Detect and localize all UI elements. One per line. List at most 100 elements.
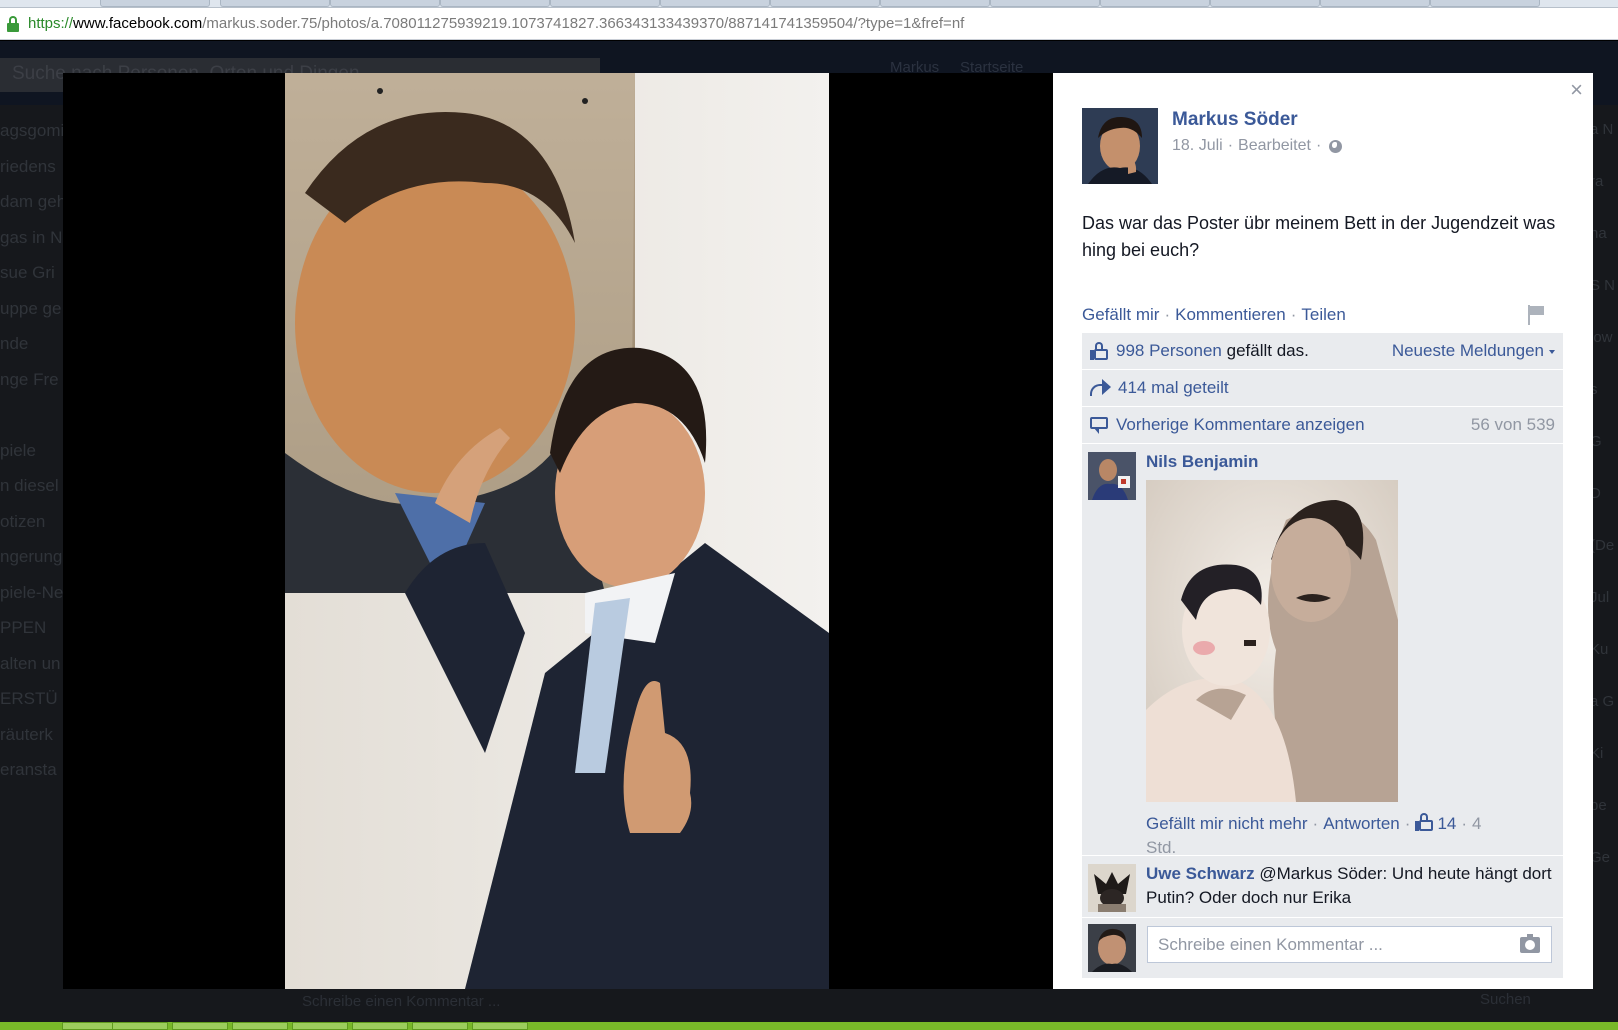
taskbar-button[interactable] bbox=[472, 1022, 528, 1030]
left-sidebar-item[interactable]: agsgomi bbox=[0, 121, 70, 157]
commenter-avatar[interactable] bbox=[1088, 864, 1136, 912]
comment-body: Uwe Schwarz @Markus Söder: Und heute hän… bbox=[1146, 862, 1556, 910]
commenter-name[interactable]: Uwe Schwarz bbox=[1146, 864, 1255, 883]
unlike-link[interactable]: Gefällt mir nicht mehr bbox=[1146, 814, 1308, 833]
sort-dropdown[interactable]: Neueste Meldungen bbox=[1392, 341, 1555, 361]
edited-label[interactable]: Bearbeitet bbox=[1238, 137, 1311, 155]
browser-tab[interactable] bbox=[1320, 0, 1430, 7]
right-ticker-item[interactable]: Ki bbox=[1590, 745, 1618, 797]
comment-body: Nils Benjamin bbox=[1146, 450, 1556, 474]
post-date[interactable]: 18. Juli bbox=[1172, 137, 1223, 155]
right-ticker-item[interactable]: G bbox=[1590, 433, 1618, 485]
left-sidebar-item[interactable]: dam geh bbox=[0, 192, 70, 228]
flag-icon[interactable] bbox=[1526, 305, 1544, 325]
likes-count-link[interactable]: 998 Personen bbox=[1116, 341, 1222, 361]
main-photo[interactable] bbox=[285, 73, 829, 989]
comment-link[interactable]: Kommentieren bbox=[1175, 305, 1286, 324]
close-icon[interactable]: × bbox=[1570, 79, 1583, 101]
like-link[interactable]: Gefällt mir bbox=[1082, 305, 1159, 324]
right-ticker-item[interactable]: a G bbox=[1590, 693, 1618, 745]
right-ticker-item[interactable]: ra bbox=[1590, 173, 1618, 225]
background-comment-field: Schreibe einen Kommentar ... bbox=[302, 993, 501, 1010]
right-ticker-item[interactable]: Jul bbox=[1590, 589, 1618, 641]
left-sidebar-list: agsgomi riedens dam geh gas in Nsue Gri uppe… bbox=[0, 121, 70, 796]
left-sidebar-item[interactable]: gas in N bbox=[0, 228, 70, 264]
reply-link[interactable]: Antworten bbox=[1323, 814, 1400, 833]
browser-tab[interactable] bbox=[1430, 0, 1540, 7]
taskbar-button[interactable] bbox=[62, 1022, 118, 1030]
left-sidebar-item[interactable] bbox=[0, 405, 70, 441]
url-text[interactable]: https://www.facebook.com/markus.soder.75… bbox=[28, 15, 964, 32]
right-ticker-item[interactable]: Ku bbox=[1590, 641, 1618, 693]
shares-row: 414 mal geteilt bbox=[1082, 370, 1563, 407]
post-meta: 18. Juli · Bearbeitet · bbox=[1172, 137, 1343, 155]
taskbar-button[interactable] bbox=[112, 1022, 168, 1030]
left-sidebar-item[interactable]: n diesel bbox=[0, 476, 70, 512]
browser-tab[interactable] bbox=[990, 0, 1100, 7]
comment-image-attachment[interactable] bbox=[1146, 480, 1398, 802]
right-ticker-item[interactable]: S N bbox=[1590, 277, 1618, 329]
post-text: Das war das Poster übr meinem Bett in de… bbox=[1082, 213, 1556, 260]
camera-icon[interactable] bbox=[1520, 934, 1540, 953]
address-bar[interactable]: https://www.facebook.com/markus.soder.75… bbox=[0, 8, 1618, 40]
author-avatar[interactable] bbox=[1082, 108, 1158, 184]
left-sidebar-item[interactable]: PPEN bbox=[0, 618, 70, 654]
taskbar-button[interactable] bbox=[292, 1022, 348, 1030]
right-ticker-item[interactable]: s bbox=[1590, 381, 1618, 433]
taskbar-button[interactable] bbox=[412, 1022, 468, 1030]
browser-tab[interactable] bbox=[1100, 0, 1210, 7]
commenter-avatar-image bbox=[1088, 864, 1136, 912]
taskbar-button[interactable] bbox=[352, 1022, 408, 1030]
left-sidebar-item[interactable]: ngerung bbox=[0, 547, 70, 583]
right-ticker-item[interactable]: (De bbox=[1590, 537, 1618, 589]
left-sidebar-item[interactable]: alten un bbox=[0, 654, 70, 690]
browser-tab[interactable] bbox=[550, 0, 660, 7]
browser-tab[interactable] bbox=[660, 0, 770, 7]
right-ticker-item[interactable]: a N bbox=[1590, 121, 1618, 173]
attachment-illustration bbox=[1146, 480, 1398, 802]
globe-icon[interactable] bbox=[1329, 139, 1343, 153]
lock-icon bbox=[6, 15, 20, 32]
left-sidebar-item[interactable]: otizen bbox=[0, 512, 70, 548]
left-sidebar-item[interactable]: sue Gri bbox=[0, 263, 70, 299]
left-sidebar-item[interactable]: nde bbox=[0, 334, 70, 370]
browser-tab[interactable] bbox=[330, 0, 440, 7]
browser-tab[interactable] bbox=[220, 0, 330, 7]
right-ticker-item[interactable]: Ge bbox=[1590, 849, 1618, 901]
comment-item: Uwe Schwarz @Markus Söder: Und heute hän… bbox=[1082, 856, 1563, 918]
left-sidebar-item[interactable]: räuterk bbox=[0, 725, 70, 761]
share-link[interactable]: Teilen bbox=[1301, 305, 1345, 324]
taskbar-button[interactable] bbox=[232, 1022, 288, 1030]
left-sidebar-item[interactable]: piele bbox=[0, 441, 70, 477]
browser-tab[interactable] bbox=[880, 0, 990, 7]
right-ticker-item[interactable]: D bbox=[1590, 485, 1618, 537]
previous-comments-link[interactable]: Vorherige Kommentare anzeigen bbox=[1116, 415, 1365, 435]
left-sidebar-item[interactable]: uppe ge bbox=[0, 299, 70, 335]
poster-photo-image bbox=[285, 73, 829, 989]
taskbar-button[interactable] bbox=[172, 1022, 228, 1030]
post-actions: Gefällt mir · Kommentieren · Teilen bbox=[1082, 305, 1346, 325]
windows-taskbar bbox=[0, 1022, 1618, 1030]
comment-count: 56 von 539 bbox=[1470, 415, 1555, 434]
commenter-name[interactable]: Nils Benjamin bbox=[1146, 452, 1258, 471]
right-ticker-item[interactable]: low bbox=[1590, 329, 1618, 381]
comment-input[interactable]: Schreibe einen Kommentar ... bbox=[1147, 926, 1552, 963]
author-name[interactable]: Markus Söder bbox=[1172, 109, 1298, 131]
browser-tab[interactable] bbox=[440, 0, 550, 7]
right-ticker-item[interactable]: be bbox=[1590, 797, 1618, 849]
browser-tab[interactable] bbox=[770, 0, 880, 7]
left-sidebar-item[interactable]: nge Fre bbox=[0, 370, 70, 406]
browser-tab[interactable] bbox=[1210, 0, 1320, 7]
url-scheme: https:// bbox=[28, 15, 74, 32]
left-sidebar-item[interactable]: piele-Ne bbox=[0, 583, 70, 619]
left-sidebar-item[interactable]: ERSTÜ bbox=[0, 689, 70, 725]
commenter-avatar[interactable] bbox=[1088, 452, 1136, 500]
comment-like-icon bbox=[1415, 813, 1434, 831]
left-sidebar-item[interactable]: eransta bbox=[0, 760, 70, 796]
background-search-label: Suchen bbox=[1480, 991, 1531, 1008]
browser-tab[interactable] bbox=[100, 0, 210, 7]
comment-like-count[interactable]: 14 bbox=[1437, 814, 1456, 833]
shares-link[interactable]: 414 mal geteilt bbox=[1118, 378, 1229, 398]
left-sidebar-item[interactable]: riedens bbox=[0, 157, 70, 193]
right-ticker-item[interactable]: ha bbox=[1590, 225, 1618, 277]
